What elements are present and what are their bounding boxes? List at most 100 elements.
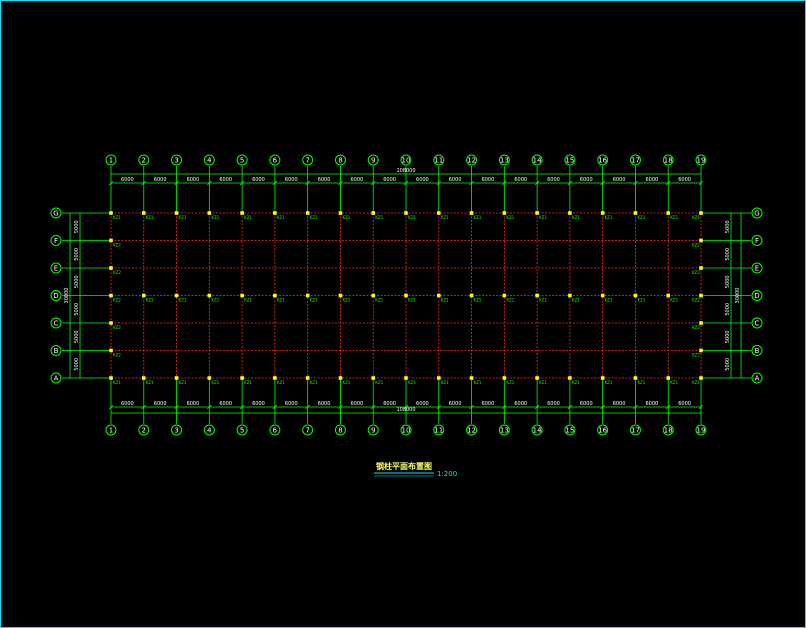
axis-bubble-top-12-label: 12 [467, 157, 476, 165]
axis-bubble-top-2-label: 2 [142, 157, 146, 165]
column-tag: KZ1 [441, 215, 449, 220]
axis-bubble-top-9-label: 9 [371, 157, 375, 165]
top-dim-bay-label: 6000 [219, 177, 232, 183]
column-tag: KZ1 [277, 215, 285, 220]
axis-bubble-bottom-10-label: 10 [402, 427, 411, 435]
top-dim-bay-label: 6000 [252, 177, 265, 183]
axis-bubble-right-D-label: D [754, 292, 759, 300]
column-tag: KZ1 [692, 215, 700, 220]
axis-bubble-bottom-14-label: 14 [533, 427, 542, 435]
axis-bubble-bottom-1-label: 1 [109, 427, 113, 435]
axis-bubble-left-A-label: A [54, 375, 59, 383]
axis-bubble-bottom-3-label: 3 [174, 427, 178, 435]
column-tag: KZ1 [539, 380, 547, 385]
top-dim-total-label: 108000 [396, 168, 415, 174]
axis-bubble-right-F-label: F [755, 237, 759, 245]
column-tag: KZ1 [179, 380, 187, 385]
axis-bubble-bottom-5-label: 5 [240, 427, 244, 435]
top-dim-bay-label: 6000 [547, 177, 560, 183]
column-tag: KZ2 [692, 353, 700, 358]
column-tag: KZ1 [637, 215, 645, 220]
axis-bubble-top-14-label: 14 [533, 157, 542, 165]
axis-bubble-top-8-label: 8 [338, 157, 342, 165]
column-tag: KZ1 [310, 215, 318, 220]
left-dim-row-label: 5000 [74, 330, 80, 343]
right-dim-total-label: 30000 [735, 288, 741, 304]
top-dim-bay-label: 6000 [416, 177, 429, 183]
column-layout-plan: 6000 6000 6000 6000 6000 6000 6000 6000 6000 6000… [50, 154, 763, 478]
column-tag: KZ2 [113, 353, 121, 358]
column-tag: KZ1 [146, 380, 154, 385]
axis-bubble-bottom-2-label: 2 [142, 427, 146, 435]
drawing-title: 钢柱平面布置图 [376, 461, 432, 471]
right-dim-row-label: 5000 [725, 303, 731, 316]
column-tag: KZ1 [310, 298, 318, 303]
axis-bubble-top-3-label: 3 [174, 157, 178, 165]
axis-bubble-bottom-9-label: 9 [371, 427, 375, 435]
column-tag: KZ1 [408, 380, 416, 385]
top-dim-bay-label: 6000 [285, 177, 298, 183]
axis-bubble-top-5-label: 5 [240, 157, 244, 165]
column-tag: KZ1 [441, 298, 449, 303]
axis-bubble-bottom-8-label: 8 [338, 427, 342, 435]
column-tag: KZ1 [474, 298, 482, 303]
axis-bubble-bottom-19-label: 19 [697, 427, 706, 435]
top-dim-bay-label: 6000 [318, 177, 331, 183]
axis-bubble-top-15-label: 15 [565, 157, 574, 165]
bottom-dim-bay-label: 6000 [449, 401, 462, 407]
column-tag: KZ2 [692, 270, 700, 275]
column-tag: KZ1 [474, 380, 482, 385]
column-tag: KZ1 [605, 298, 613, 303]
axis-bubble-bottom-6-label: 6 [273, 427, 278, 435]
top-dim-bay-label: 6000 [449, 177, 462, 183]
column-tag: KZ1 [506, 215, 514, 220]
axis-bubble-bottom-16-label: 16 [598, 427, 607, 435]
column-tag: KZ1 [113, 380, 121, 385]
column-tag: KZ1 [342, 215, 350, 220]
axis-bubble-left-C-label: C [54, 320, 59, 328]
top-dim-bay-label: 6000 [350, 177, 363, 183]
column-tag: KZ1 [113, 215, 121, 220]
column-tag: KZ1 [244, 215, 252, 220]
bottom-dim-bay-label: 6000 [645, 401, 658, 407]
left-dim-row-label: 5000 [74, 220, 80, 233]
left-dim-row-label: 5000 [74, 248, 80, 261]
axis-bubble-bottom-15-label: 15 [565, 427, 574, 435]
column-tag: KZ1 [506, 380, 514, 385]
column-tag: KZ1 [211, 215, 219, 220]
bottom-dim-bay-label: 6000 [252, 401, 265, 407]
top-dim-bay-label: 6000 [678, 177, 691, 183]
axis-bubble-top-4-label: 4 [207, 157, 212, 165]
column-tag: KZ1 [244, 380, 252, 385]
column-tag: KZ1 [670, 215, 678, 220]
top-dim-bay-label: 6000 [580, 177, 593, 183]
top-dim-bay-label: 6000 [645, 177, 658, 183]
column-tag: KZ2 [113, 243, 121, 248]
top-dim-bay-label: 6000 [383, 177, 396, 183]
axis-bubble-top-11-label: 11 [434, 157, 443, 165]
column-tag: KZ1 [670, 298, 678, 303]
column-tag: KZ1 [375, 298, 383, 303]
axis-bubble-bottom-4-label: 4 [207, 427, 212, 435]
column-tag: KZ1 [146, 215, 154, 220]
axis-bubble-top-10-label: 10 [402, 157, 411, 165]
axis-bubble-left-E-label: E [54, 265, 58, 273]
column-tag: KZ1 [605, 215, 613, 220]
bottom-dim-total-label: 108000 [396, 407, 415, 413]
column-tag: KZ2 [692, 243, 700, 248]
axis-bubble-right-B-label: B [755, 347, 760, 355]
bottom-dim-bay-label: 6000 [580, 401, 593, 407]
axis-bubble-bottom-18-label: 18 [664, 427, 673, 435]
column-tag: KZ2 [113, 325, 121, 330]
left-dim-row-label: 5000 [74, 275, 80, 288]
bottom-dim-bay-label: 6000 [383, 401, 396, 407]
column-tag: KZ1 [408, 215, 416, 220]
axis-bubble-left-F-label: F [54, 237, 58, 245]
column-tag: KZ1 [211, 298, 219, 303]
axis-bubble-bottom-13-label: 13 [500, 427, 509, 435]
axis-bubble-right-C-label: C [755, 320, 760, 328]
column-tag: KZ1 [277, 298, 285, 303]
axis-bubble-bottom-7-label: 7 [305, 427, 309, 435]
top-dim-bay-label: 6000 [121, 177, 134, 183]
axis-bubble-top-17-label: 17 [631, 157, 640, 165]
